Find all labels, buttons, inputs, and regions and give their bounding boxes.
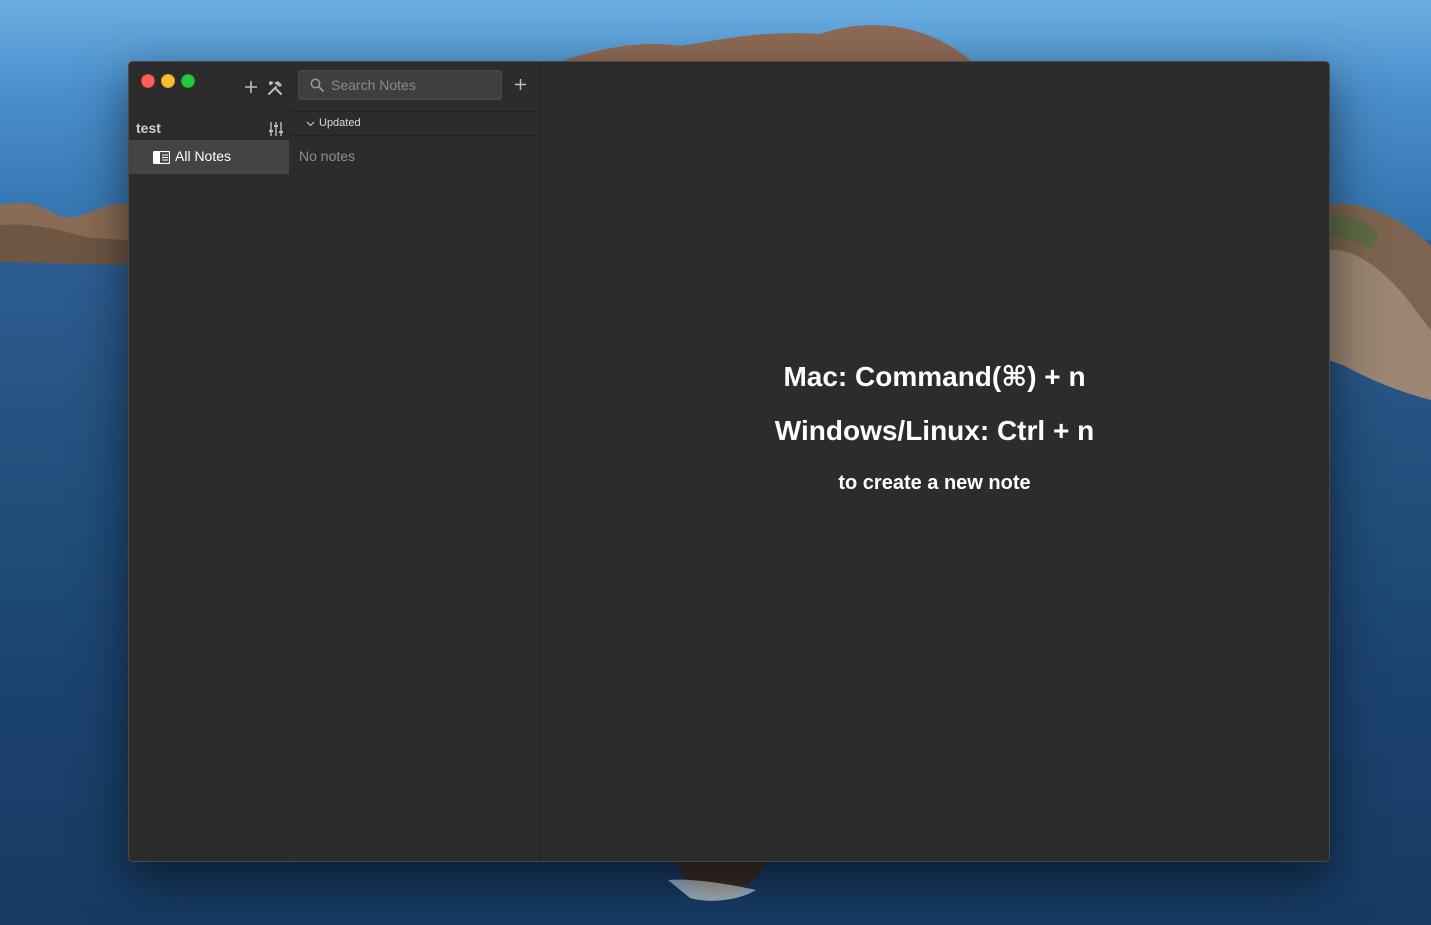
- mac-shortcut-hint: Mac: Command(⌘) + n: [783, 361, 1086, 392]
- search-input[interactable]: [331, 75, 496, 95]
- wrench-hammer-icon: [268, 81, 282, 95]
- window-minimize-button[interactable]: [161, 74, 175, 88]
- preferences-button[interactable]: [267, 80, 285, 98]
- create-note-hint: to create a new note: [838, 472, 1031, 494]
- sort-label: Updated: [319, 117, 361, 129]
- app-window: test All Notes Search Notes Updated No n…: [128, 61, 1330, 862]
- plus-icon: [515, 79, 526, 90]
- plus-icon: [245, 81, 257, 93]
- empty-list-message: No notes: [299, 148, 356, 164]
- windows-shortcut-hint: Windows/Linux: Ctrl + n: [774, 415, 1095, 446]
- new-note-button[interactable]: [514, 75, 527, 95]
- search-box[interactable]: [298, 70, 502, 100]
- add-storage-button[interactable]: [244, 79, 258, 97]
- sidebar: test All Notes: [129, 62, 290, 861]
- chevron-down-icon: [306, 121, 315, 127]
- editor-panel: Mac: Command(⌘) + n Windows/Linux: Ctrl …: [540, 62, 1329, 861]
- window-maximize-button[interactable]: [181, 74, 195, 88]
- storage-row[interactable]: test: [129, 118, 289, 140]
- storage-name: test: [136, 120, 161, 136]
- sidebar-item-all-notes[interactable]: All Notes: [129, 140, 289, 174]
- all-notes-icon: [153, 151, 170, 164]
- search-icon: [310, 78, 324, 92]
- note-list-panel: Updated No notes: [289, 62, 540, 861]
- window-close-button[interactable]: [141, 74, 155, 88]
- sidebar-item-label: All Notes: [175, 148, 232, 164]
- sort-bar[interactable]: Updated: [289, 111, 539, 136]
- sliders-icon[interactable]: [268, 121, 284, 137]
